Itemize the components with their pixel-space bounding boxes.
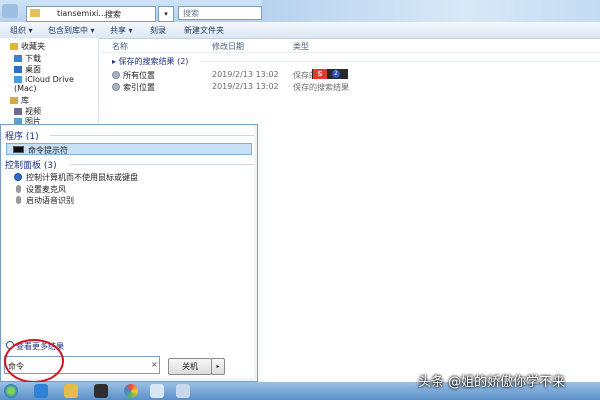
saved-search-icon: [112, 83, 120, 91]
media-player-icon[interactable]: [94, 384, 108, 398]
control-panel-header: 控制面板 (3): [5, 161, 57, 171]
annotation-circle: [4, 339, 64, 383]
group-header[interactable]: ▸ 保存的搜索结果 (2): [112, 56, 188, 67]
chrome-icon[interactable]: [124, 384, 138, 398]
programs-header: 程序 (1): [5, 132, 39, 142]
shutdown-button[interactable]: 关机: [168, 358, 212, 375]
start-orb-icon[interactable]: [4, 384, 18, 398]
file-row[interactable]: 所有位置 2019/2/13 13:02 保存的: [112, 70, 412, 81]
result-set-microphone[interactable]: 设置麦克风: [14, 184, 214, 195]
desktop-icon: [14, 66, 22, 73]
file-row[interactable]: 索引位置 2019/2/13 13:02 保存的搜索结果: [112, 82, 412, 93]
sogou-logo-icon: S: [313, 69, 327, 79]
result-speech-recognition[interactable]: 启动语音识别: [14, 195, 214, 206]
ease-of-access-icon: [14, 173, 22, 181]
microphone-icon: [16, 185, 21, 193]
nav-item-videos[interactable]: 视频: [14, 106, 41, 116]
divider: [70, 164, 254, 165]
navigation-pane: 收藏夹 下载 桌面 iCloud Drive (Mac) 库 视频 图片: [0, 38, 99, 126]
titlebar-background: [262, 0, 600, 22]
file-date: 2019/2/13 13:02: [212, 70, 279, 79]
result-command-prompt[interactable]: 命令提示符: [6, 143, 252, 155]
breadcrumb-user[interactable]: tiansemixi...: [57, 9, 106, 18]
file-name: 所有位置: [123, 71, 155, 80]
download-icon: [14, 55, 22, 62]
result-label: 命令提示符: [28, 146, 68, 155]
column-modified[interactable]: 修改日期: [212, 41, 244, 52]
close-icon[interactable]: ×: [151, 360, 158, 369]
ime-toolbar[interactable]: S 2: [312, 69, 348, 79]
column-type[interactable]: 类型: [293, 41, 309, 52]
include-in-library-button[interactable]: 包含到库中 ▾: [48, 25, 95, 36]
column-name[interactable]: 名称: [112, 41, 128, 52]
video-icon: [14, 108, 22, 115]
microphone-icon: [16, 196, 21, 204]
result-ease-of-access[interactable]: 控制计算机而不使用鼠标或键盘: [14, 172, 214, 183]
chevron-down-icon[interactable]: ▾: [158, 6, 174, 22]
new-folder-button[interactable]: 新建文件夹: [184, 25, 224, 36]
nav-item-libraries[interactable]: 库: [10, 95, 29, 105]
address-bar[interactable]: tiansemixi... 搜索: [26, 6, 156, 22]
command-toolbar: 组织 ▾ 包含到库中 ▾ 共享 ▾ 刻录 新建文件夹: [0, 22, 600, 39]
column-header-row: 名称 修改日期 类型: [100, 40, 600, 53]
ie-icon[interactable]: [34, 384, 48, 398]
ime-badge: 2: [332, 70, 340, 78]
nav-item-icloud[interactable]: iCloud Drive (Mac): [14, 75, 98, 93]
organize-button[interactable]: 组织 ▾: [10, 25, 33, 36]
back-button[interactable]: [2, 4, 18, 18]
nav-item-favorites[interactable]: 收藏夹: [10, 41, 45, 51]
cloud-icon: [14, 76, 22, 83]
nav-item-desktop[interactable]: 桌面: [14, 64, 41, 74]
nav-item-downloads[interactable]: 下载: [14, 53, 41, 63]
app-icon[interactable]: [176, 384, 190, 398]
divider: [50, 135, 254, 136]
terminal-icon: [13, 146, 24, 153]
file-name: 索引位置: [123, 83, 155, 92]
group-divider: [200, 61, 600, 62]
folder-icon[interactable]: [64, 384, 78, 398]
shutdown-options-button[interactable]: ▸: [211, 358, 225, 375]
breadcrumb-search[interactable]: 搜索: [105, 9, 121, 20]
burn-button[interactable]: 刻录: [150, 25, 166, 36]
file-date: 2019/2/13 13:02: [212, 82, 279, 91]
file-type: 保存的搜索结果: [293, 83, 349, 92]
folder-icon: [30, 9, 40, 17]
library-icon: [10, 97, 18, 104]
share-button[interactable]: 共享 ▾: [110, 25, 133, 36]
saved-search-icon: [112, 71, 120, 79]
star-icon: [10, 43, 18, 50]
explorer-search-input[interactable]: 搜索: [178, 6, 262, 20]
app-icon[interactable]: [150, 384, 164, 398]
watermark: 头条 @姐的娇傲你学不来: [418, 375, 566, 390]
